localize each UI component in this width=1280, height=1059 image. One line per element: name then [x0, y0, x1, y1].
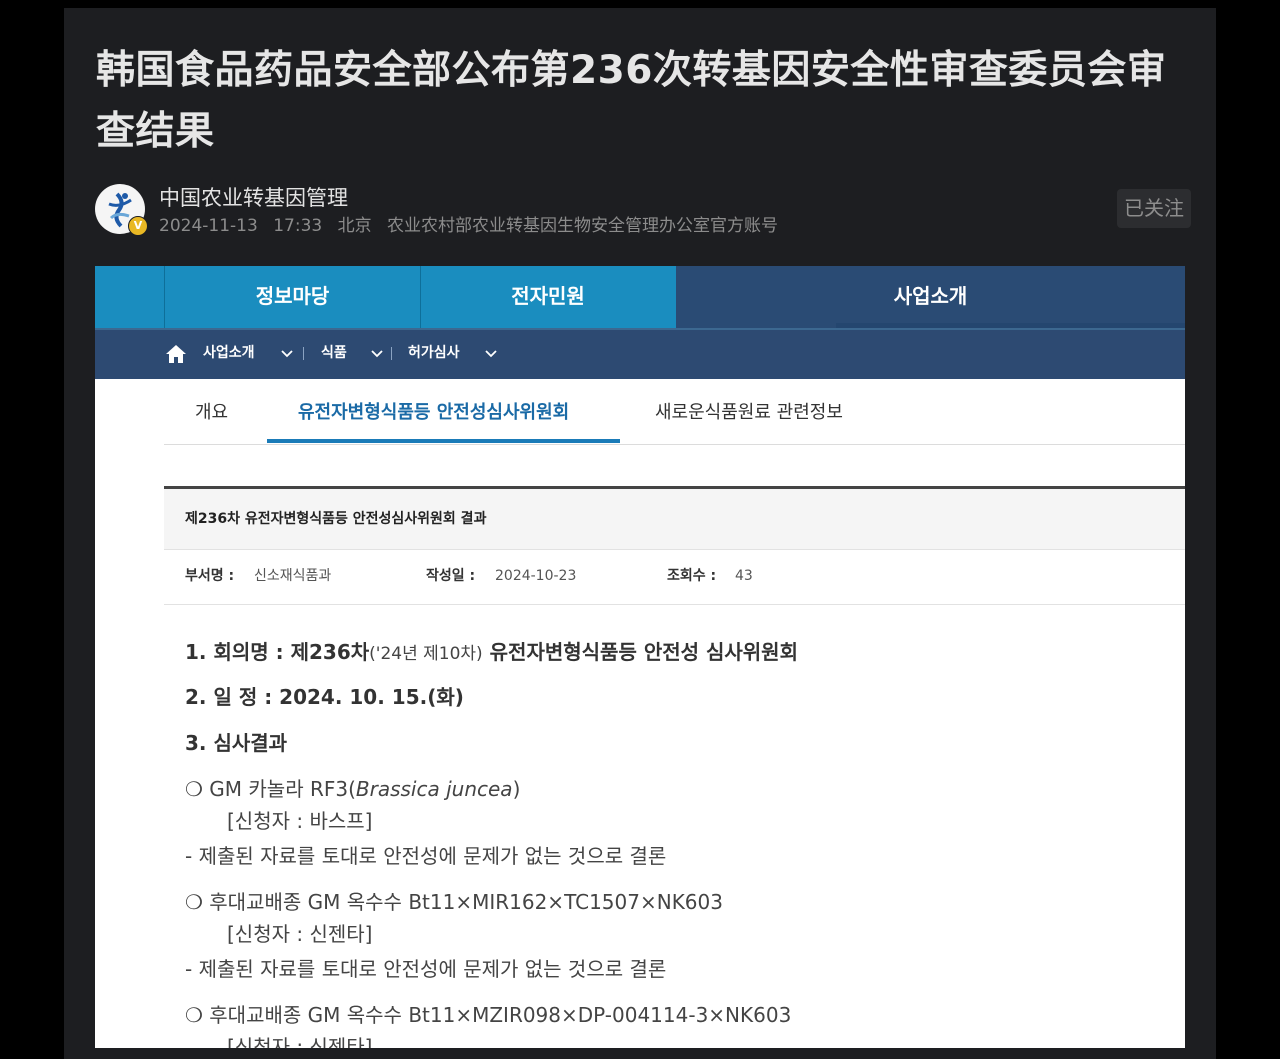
avatar[interactable]: V — [95, 184, 148, 236]
author-name[interactable]: 中国农业转基因管理 — [159, 184, 348, 212]
chevron-down-icon[interactable] — [281, 348, 293, 360]
date-value: 2024-10-23 — [495, 568, 577, 584]
breadcrumb-item-business[interactable]: 사업소개 — [203, 330, 255, 379]
author-bar: V 中国农业转基因管理 2024-11-13 17:33 北京 农业农村部农业转… — [95, 184, 1195, 240]
embedded-screenshot: 정보마당 전자민원 사업소개 사업소개 식품 허가심사 개요 유전자변형식품등 … — [95, 266, 1185, 1048]
breadcrumb-item-approval[interactable]: 허가심사 — [408, 330, 460, 379]
board-header: 제236차 유전자변형식품등 안전성심사위원회 결과 — [164, 486, 1185, 550]
item1-species: Brassica juncea — [355, 777, 513, 801]
meeting-session: ('24년 제10차) — [369, 644, 483, 664]
chevron-down-icon[interactable] — [485, 348, 497, 360]
conclusion: - 제출된 자료를 토대로 안전성에 문제가 없는 것으로 결론 — [185, 957, 667, 981]
review-item: ❍ GM 카놀라 RF3(Brassica juncea) — [185, 773, 520, 802]
gnb-tab-business[interactable]: 사업소개 — [676, 266, 1185, 328]
breadcrumb: 사업소개 식품 허가심사 — [95, 328, 1185, 379]
meeting-name-label: 1. 회의명 : 제236차 — [185, 640, 370, 664]
tab-new-food[interactable]: 새로운식품원료 관련정보 — [655, 378, 843, 444]
breadcrumb-divider — [303, 347, 304, 360]
content-tabs: 개요 유전자변형식품등 안전성심사위원회 새로운식품원료 관련정보 — [164, 378, 1185, 445]
views-label: 조회수 : — [667, 568, 717, 584]
account-description: 农业农村部农业转基因生物安全管理办公室官方账号 — [387, 216, 779, 236]
verified-badge-icon: V — [128, 216, 148, 236]
item1-prefix: ❍ GM 카놀라 RF3( — [185, 777, 356, 801]
article-title: 韩国食品药品安全部公布第236次转基因安全性审查委员会审查结果 — [96, 48, 1167, 154]
global-nav: 정보마당 전자민원 사업소개 — [95, 266, 1185, 328]
review-item: ❍ 후대교배종 GM 옥수수 Bt11×MIR162×TC1507×NK603 — [185, 890, 723, 914]
gnb-tab-info[interactable]: 정보마당 — [165, 266, 421, 328]
chevron-down-icon[interactable] — [371, 348, 383, 360]
meeting-name-line: 1. 회의명 : 제236차('24년 제10차) 유전자변형식품등 안전성 심… — [185, 636, 798, 665]
applicant: [신청자 : 신젠타] — [227, 922, 373, 946]
dept-value: 신소재식품과 — [254, 568, 332, 584]
review-item: ❍ 후대교배종 GM 옥수수 Bt11×MZIR098×DP-004114-3×… — [185, 1003, 792, 1027]
publish-time: 17:33 — [273, 216, 323, 236]
active-tab-indicator — [267, 439, 620, 443]
gnb-left-pad — [95, 266, 165, 328]
tab-gmo-committee[interactable]: 유전자변형식품등 안전성심사위원회 — [298, 378, 569, 444]
breadcrumb-divider — [391, 347, 392, 360]
board-title: 제236차 유전자변형식품등 안전성심사위원회 결과 — [185, 511, 487, 527]
publish-location: 北京 — [337, 216, 372, 236]
conclusion: - 제출된 자료를 토대로 안전성에 문제가 없는 것으로 결론 — [185, 844, 667, 868]
author-meta: 2024-11-13 17:33 北京 农业农村部农业转基因生物安全管理办公室官… — [159, 214, 788, 238]
views-value: 43 — [735, 568, 753, 584]
item1-suffix: ) — [512, 777, 521, 801]
results-heading: 3. 심사결과 — [185, 731, 288, 755]
schedule-line: 2. 일 정 : 2024. 10. 15.(화) — [185, 685, 464, 709]
follow-button[interactable]: 已关注 — [1117, 189, 1191, 228]
applicant: [신청자 : 신젠타] — [227, 1035, 373, 1048]
tab-overview[interactable]: 개요 — [195, 378, 228, 444]
board-meta: 부서명 : 신소재식품과 작성일 : 2024-10-23 조회수 : 43 — [164, 548, 1185, 605]
date-label: 작성일 : — [426, 568, 476, 584]
home-icon[interactable] — [164, 343, 188, 365]
publish-date: 2024-11-13 — [159, 216, 258, 236]
gnb-tab-epetition[interactable]: 전자민원 — [421, 266, 675, 328]
breadcrumb-item-food[interactable]: 식품 — [321, 330, 347, 379]
meeting-name-value: 유전자변형식품등 안전성 심사위원회 — [482, 640, 798, 664]
dept-label: 부서명 : — [185, 568, 235, 584]
applicant: [신청자 : 바스프] — [227, 809, 373, 833]
